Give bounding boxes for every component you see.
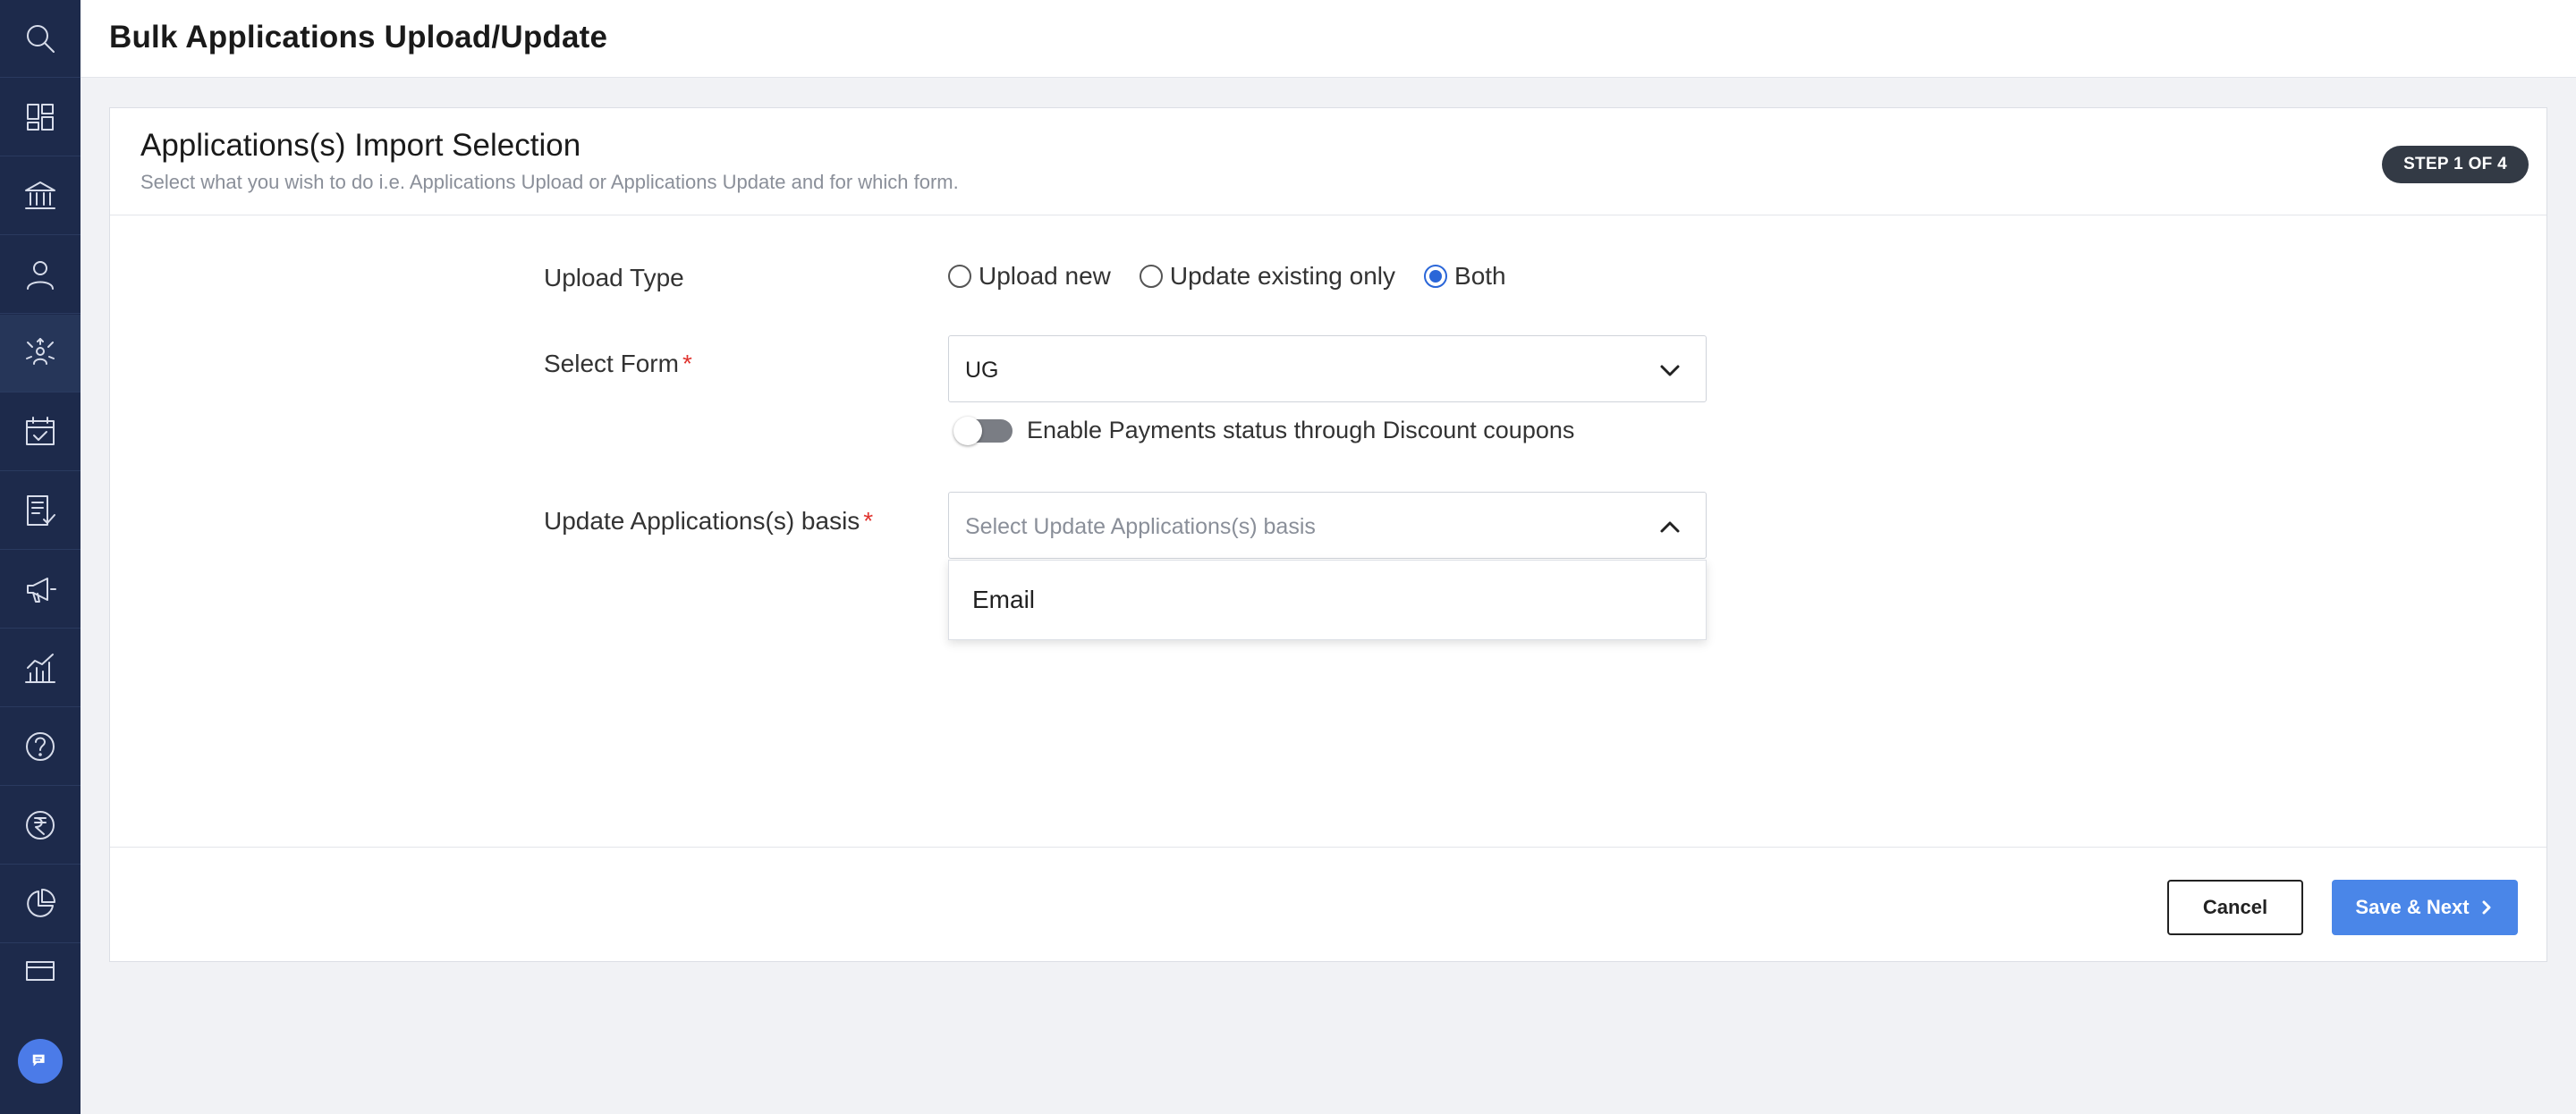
radio-label: Upload new	[979, 262, 1111, 290]
top-header: Bulk Applications Upload/Update	[80, 0, 2576, 78]
radio-both[interactable]: Both	[1424, 262, 1506, 291]
help-icon	[26, 732, 55, 761]
radio-upload-new[interactable]: Upload new	[948, 262, 1111, 291]
dashboard-icon	[27, 104, 54, 131]
card-footer: Cancel Save & Next	[110, 847, 2546, 963]
step-badge: STEP 1 OF 4	[2382, 146, 2529, 183]
calendar-check-icon	[26, 417, 55, 445]
payments-toggle-row: Enable Payments status through Discount …	[953, 416, 1575, 445]
rupee-icon	[26, 811, 55, 840]
analytics-icon	[25, 654, 55, 683]
sidebar-item-analytics[interactable]	[0, 629, 80, 707]
sidebar	[0, 0, 80, 1114]
sidebar-item-network[interactable]	[0, 315, 80, 392]
update-basis-dropdown[interactable]: Select Update Applications(s) basis	[948, 492, 1707, 559]
checklist-icon	[27, 495, 55, 526]
sidebar-item-user[interactable]	[0, 236, 80, 314]
radio-label: Both	[1454, 262, 1506, 290]
select-form-label: Select Form *	[544, 350, 692, 378]
update-basis-placeholder: Select Update Applications(s) basis	[965, 514, 1316, 539]
sidebar-item-search[interactable]	[0, 0, 80, 78]
update-basis-label-text: Update Applications(s) basis	[544, 507, 860, 535]
save-next-button[interactable]: Save & Next	[2332, 880, 2518, 935]
upload-type-label: Upload Type	[544, 264, 684, 291]
radio-label: Update existing only	[1169, 262, 1396, 290]
sidebar-item-institution[interactable]	[0, 157, 80, 235]
update-basis-label: Update Applications(s) basis *	[544, 507, 873, 536]
update-basis-options-menu: Email	[948, 560, 1707, 640]
chevron-up-icon	[1657, 514, 1682, 539]
sidebar-item-payments[interactable]	[0, 787, 80, 865]
chat-icon	[32, 1054, 45, 1067]
cancel-button[interactable]: Cancel	[2167, 880, 2303, 935]
network-icon	[26, 338, 55, 365]
card-subtitle: Select what you wish to do i.e. Applicat…	[140, 171, 959, 193]
select-form-dropdown[interactable]: UG	[948, 335, 1707, 402]
chevron-right-icon	[2482, 900, 2491, 915]
institution-icon	[25, 181, 55, 209]
sidebar-item-dashboard[interactable]	[0, 79, 80, 156]
sidebar-item-help[interactable]	[0, 708, 80, 786]
radio-circle[interactable]	[1139, 265, 1163, 288]
sidebar-item-campaigns[interactable]	[0, 551, 80, 629]
chevron-down-icon	[1657, 358, 1682, 383]
user-icon	[27, 261, 54, 290]
search-icon	[27, 25, 55, 53]
payments-toggle-label: Enable Payments status through Discount …	[1027, 417, 1575, 443]
required-mark: *	[682, 350, 692, 377]
page-title: Bulk Applications Upload/Update	[109, 20, 608, 55]
required-mark: *	[863, 507, 874, 535]
dropdown-option-email[interactable]: Email	[972, 586, 1035, 614]
radio-circle[interactable]	[948, 265, 971, 288]
megaphone-icon	[27, 578, 56, 603]
select-form-label-text: Select Form	[544, 350, 679, 377]
pie-chart-icon	[27, 889, 55, 917]
payments-toggle[interactable]	[953, 416, 1013, 445]
upload-type-radio-group: Upload new Update existing only Both	[948, 262, 1535, 291]
sidebar-item-reports[interactable]	[0, 865, 80, 943]
card-header: Applications(s) Import Selection Select …	[110, 108, 2546, 215]
save-next-label: Save & Next	[2355, 896, 2470, 918]
radio-circle[interactable]	[1424, 265, 1448, 288]
card-icon	[26, 961, 55, 981]
sidebar-item-calendar[interactable]	[0, 393, 80, 471]
chat-button[interactable]	[18, 1039, 63, 1084]
sidebar-item-checklist[interactable]	[0, 472, 80, 550]
card-title: Applications(s) Import Selection	[140, 128, 581, 163]
radio-update-existing[interactable]: Update existing only	[1139, 262, 1396, 291]
select-form-value: UG	[965, 358, 999, 383]
sidebar-item-cards[interactable]	[0, 944, 80, 998]
